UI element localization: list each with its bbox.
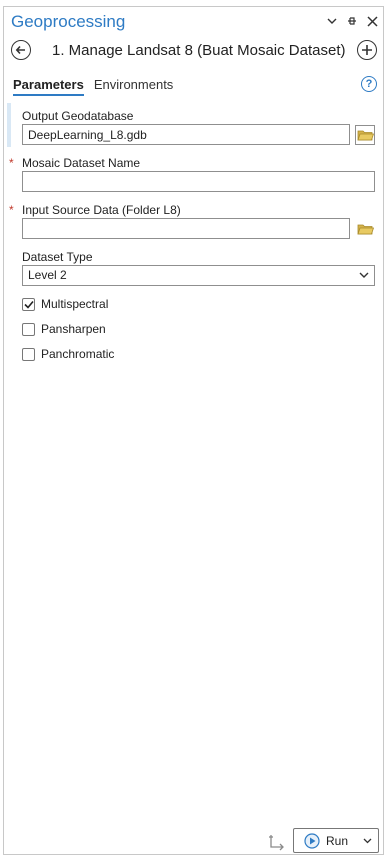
run-label: Run <box>326 833 349 848</box>
back-button[interactable] <box>11 40 31 60</box>
tab-environments[interactable]: Environments <box>94 77 173 96</box>
input-source-label: Input Source Data (Folder L8) <box>22 203 181 217</box>
close-icon[interactable] <box>365 14 379 28</box>
run-button[interactable]: Run <box>293 828 379 853</box>
pane-titlebar: Geoprocessing <box>4 7 383 37</box>
folder-browse-icon[interactable] <box>355 125 375 145</box>
panchromatic-label: Panchromatic <box>41 347 115 361</box>
dataset-type-value: Level 2 <box>28 268 67 282</box>
panchromatic-checkbox[interactable]: Panchromatic <box>22 347 114 361</box>
mosaic-name-label: Mosaic Dataset Name <box>22 156 141 170</box>
multispectral-label: Multispectral <box>41 297 109 311</box>
plus-icon <box>362 45 372 55</box>
batch-icon[interactable] <box>268 833 286 851</box>
pane-title: Geoprocessing <box>11 12 126 31</box>
dataset-type-select[interactable]: Level 2 <box>22 265 375 286</box>
tool-header: 1. Manage Landsat 8 (Buat Mosaic Dataset… <box>4 39 383 65</box>
pansharpen-label: Pansharpen <box>41 322 106 336</box>
titlebar-controls <box>325 14 379 28</box>
multispectral-checkbox[interactable]: Multispectral <box>22 297 108 311</box>
mosaic-name-field[interactable] <box>22 171 375 192</box>
chevron-down-icon[interactable] <box>363 838 372 844</box>
geoprocessing-pane: Geoprocessing 1. Manage Landsat 8 (Buat … <box>3 6 384 855</box>
dropdown-menu-icon[interactable] <box>325 14 339 28</box>
play-icon <box>304 832 320 849</box>
tab-parameters[interactable]: Parameters <box>13 77 84 96</box>
arrow-left-icon <box>15 45 25 55</box>
tab-strip: Parameters Environments <box>13 77 173 96</box>
checkbox-unchecked-icon <box>22 347 35 361</box>
input-source-field[interactable] <box>22 218 350 239</box>
chevron-down-icon <box>359 272 369 278</box>
pin-icon[interactable] <box>345 14 359 28</box>
output-gdb-field[interactable] <box>22 124 350 145</box>
folder-browse-icon[interactable] <box>355 219 375 239</box>
dataset-type-label: Dataset Type <box>22 250 93 264</box>
pansharpen-checkbox[interactable]: Pansharpen <box>22 322 106 336</box>
required-marker: * <box>9 203 14 217</box>
required-marker: * <box>9 156 14 170</box>
add-button[interactable] <box>357 40 377 60</box>
active-parameter-indicator <box>7 103 11 147</box>
help-icon[interactable]: ? <box>361 76 377 92</box>
tool-title: 1. Manage Landsat 8 (Buat Mosaic Dataset… <box>52 42 346 59</box>
checkbox-checked-icon <box>22 297 35 311</box>
checkbox-unchecked-icon <box>22 322 35 336</box>
output-gdb-label: Output Geodatabase <box>22 109 134 123</box>
